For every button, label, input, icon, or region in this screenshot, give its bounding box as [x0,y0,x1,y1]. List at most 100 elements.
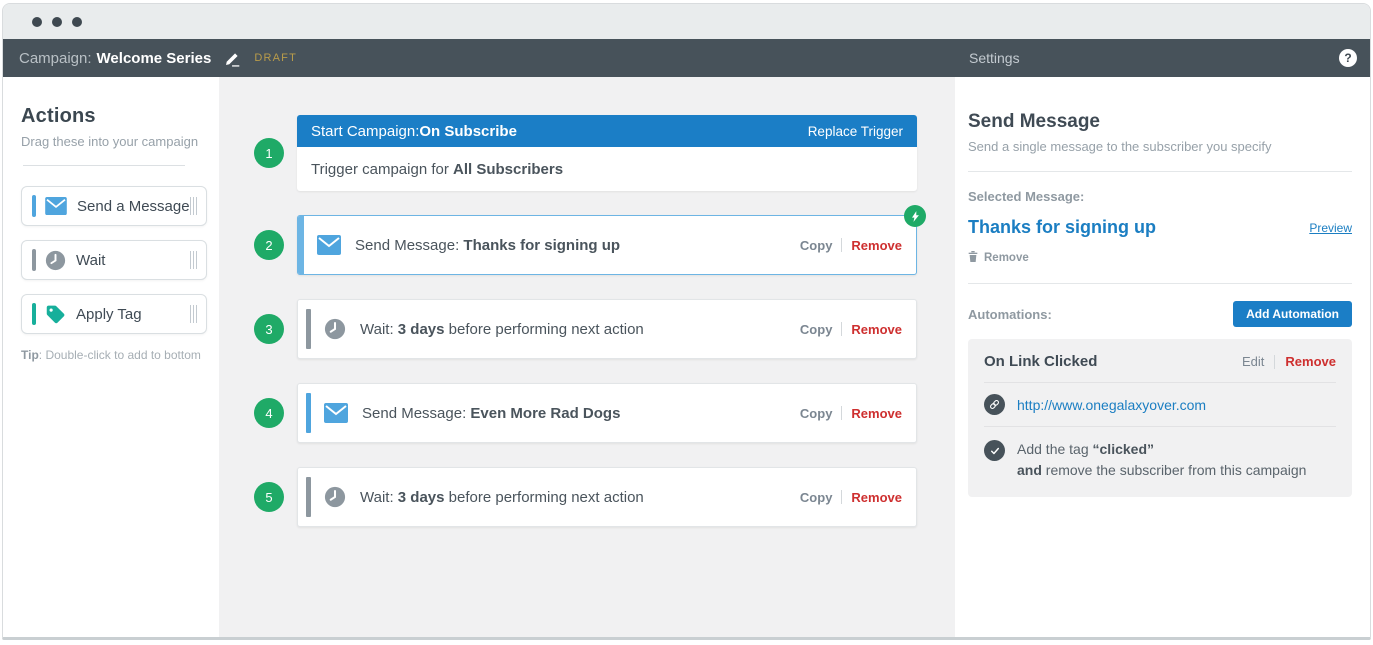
remove-button[interactable]: Remove [851,322,902,337]
envelope-icon [45,197,67,215]
send-message-step-card[interactable]: Send Message: Even More Rad Dogs Copy Re… [297,383,917,443]
settings-nav-item[interactable]: Settings [969,50,1020,66]
remove-button[interactable]: Remove [1285,354,1336,369]
step-label: Send Message: Thanks for signing up [355,237,800,254]
tag-icon [45,304,66,325]
accent-bar [32,195,36,217]
remove-button[interactable]: Remove [851,406,902,421]
divider [968,283,1352,284]
replace-trigger-link[interactable]: Replace Trigger [808,124,903,139]
step-label: Wait: 3 days before performing next acti… [360,321,800,338]
app-header: Campaign: Welcome Series DRAFT Settings … [3,39,1370,77]
trigger-card-header: Start Campaign: On Subscribe Replace Tri… [297,115,917,147]
automation-url-link[interactable]: http://www.onegalaxyover.com [1017,397,1206,413]
detail-panel: Send Message Send a single message to th… [955,77,1370,637]
draggable-action-wait[interactable]: Wait [21,240,207,280]
trigger-card[interactable]: Start Campaign: On Subscribe Replace Tri… [297,115,917,191]
campaign-name: Welcome Series [97,50,212,67]
window-dot [52,17,62,27]
divider [841,490,842,504]
preview-link[interactable]: Preview [1309,221,1352,235]
remove-message-button[interactable]: Remove [968,250,1352,266]
edit-pencil-icon[interactable] [224,50,241,67]
remove-button[interactable]: Remove [851,490,902,505]
lightning-icon [904,205,926,227]
selected-message-label: Selected Message: [968,189,1352,204]
campaign-step: 5 Wait: 3 days before performing next ac… [254,467,955,527]
trigger-title-prefix: Start Campaign: [311,123,419,140]
envelope-icon [317,235,341,255]
divider [841,406,842,420]
trigger-card-body: Trigger campaign for All Subscribers [297,147,917,191]
divider [841,322,842,336]
drag-handle-icon[interactable] [190,305,197,323]
clock-icon [324,486,346,508]
step-number-badge: 3 [254,314,284,344]
drag-handle-icon[interactable] [190,251,197,269]
accent-bar [32,249,36,271]
link-icon [984,394,1005,415]
window-dot [32,17,42,27]
add-automation-button[interactable]: Add Automation [1233,301,1352,327]
divider [1274,355,1275,369]
action-label: Wait [76,252,190,269]
trash-icon [968,250,978,266]
automation-card: On Link Clicked Edit Remove http://www.o… [968,339,1352,497]
actions-title: Actions [21,105,219,128]
accent-bar [298,216,304,274]
detail-subtitle: Send a single message to the subscriber … [968,139,1352,154]
step-label: Wait: 3 days before performing next acti… [360,489,800,506]
actions-sidebar: Actions Drag these into your campaign Se… [3,77,219,637]
accent-bar [306,477,311,517]
step-number-badge: 5 [254,482,284,512]
actions-subtitle: Drag these into your campaign [21,134,219,149]
help-icon[interactable]: ? [1339,49,1357,67]
detail-title: Send Message [968,111,1352,133]
clock-icon [45,250,66,271]
step-number-badge: 4 [254,398,284,428]
automations-label: Automations: [968,307,1052,322]
sidebar-divider [23,165,185,166]
campaign-step: 4 Send Message: Even More Rad Dogs Copy … [254,383,955,443]
trigger-title-bold: On Subscribe [419,123,517,140]
check-icon [984,440,1005,461]
automation-action-description: Add the tag “clicked” and remove the sub… [1017,439,1306,481]
copy-button[interactable]: Copy [800,490,833,505]
selected-message-title[interactable]: Thanks for signing up [968,217,1156,238]
accent-bar [32,303,36,325]
action-label: Send a Message [77,198,190,215]
app-window: Campaign: Welcome Series DRAFT Settings … [2,3,1371,640]
window-dot [72,17,82,27]
campaign-step: 1 Start Campaign: On Subscribe Replace T… [254,115,955,191]
campaign-canvas: 1 Start Campaign: On Subscribe Replace T… [219,77,955,637]
draggable-action-send-message[interactable]: Send a Message [21,186,207,226]
step-number-badge: 2 [254,230,284,260]
envelope-icon [324,403,348,423]
remove-button[interactable]: Remove [851,238,902,253]
window-titlebar [3,4,1370,39]
wait-step-card[interactable]: Wait: 3 days before performing next acti… [297,299,917,359]
draggable-action-apply-tag[interactable]: Apply Tag [21,294,207,334]
accent-bar [306,309,311,349]
wait-step-card[interactable]: Wait: 3 days before performing next acti… [297,467,917,527]
step-label: Send Message: Even More Rad Dogs [362,405,800,422]
copy-button[interactable]: Copy [800,238,833,253]
copy-button[interactable]: Copy [800,322,833,337]
campaign-step: 3 Wait: 3 days before performing next ac… [254,299,955,359]
divider [968,171,1352,172]
step-number-badge: 1 [254,138,284,168]
automation-title: On Link Clicked [984,353,1097,370]
campaign-label: Campaign: [19,50,92,67]
send-message-step-card[interactable]: Send Message: Thanks for signing up Copy… [297,215,917,275]
action-label: Apply Tag [76,306,190,323]
app-body: Actions Drag these into your campaign Se… [3,77,1370,637]
drag-handle-icon[interactable] [190,197,197,215]
campaign-step: 2 Send Message: Thanks for signing up Co… [254,215,955,275]
clock-icon [324,318,346,340]
edit-button[interactable]: Edit [1242,354,1264,369]
copy-button[interactable]: Copy [800,406,833,421]
accent-bar [306,393,311,433]
divider [841,238,842,252]
sidebar-tip: Tip: Double-click to add to bottom [21,348,219,362]
status-badge: DRAFT [254,52,297,64]
